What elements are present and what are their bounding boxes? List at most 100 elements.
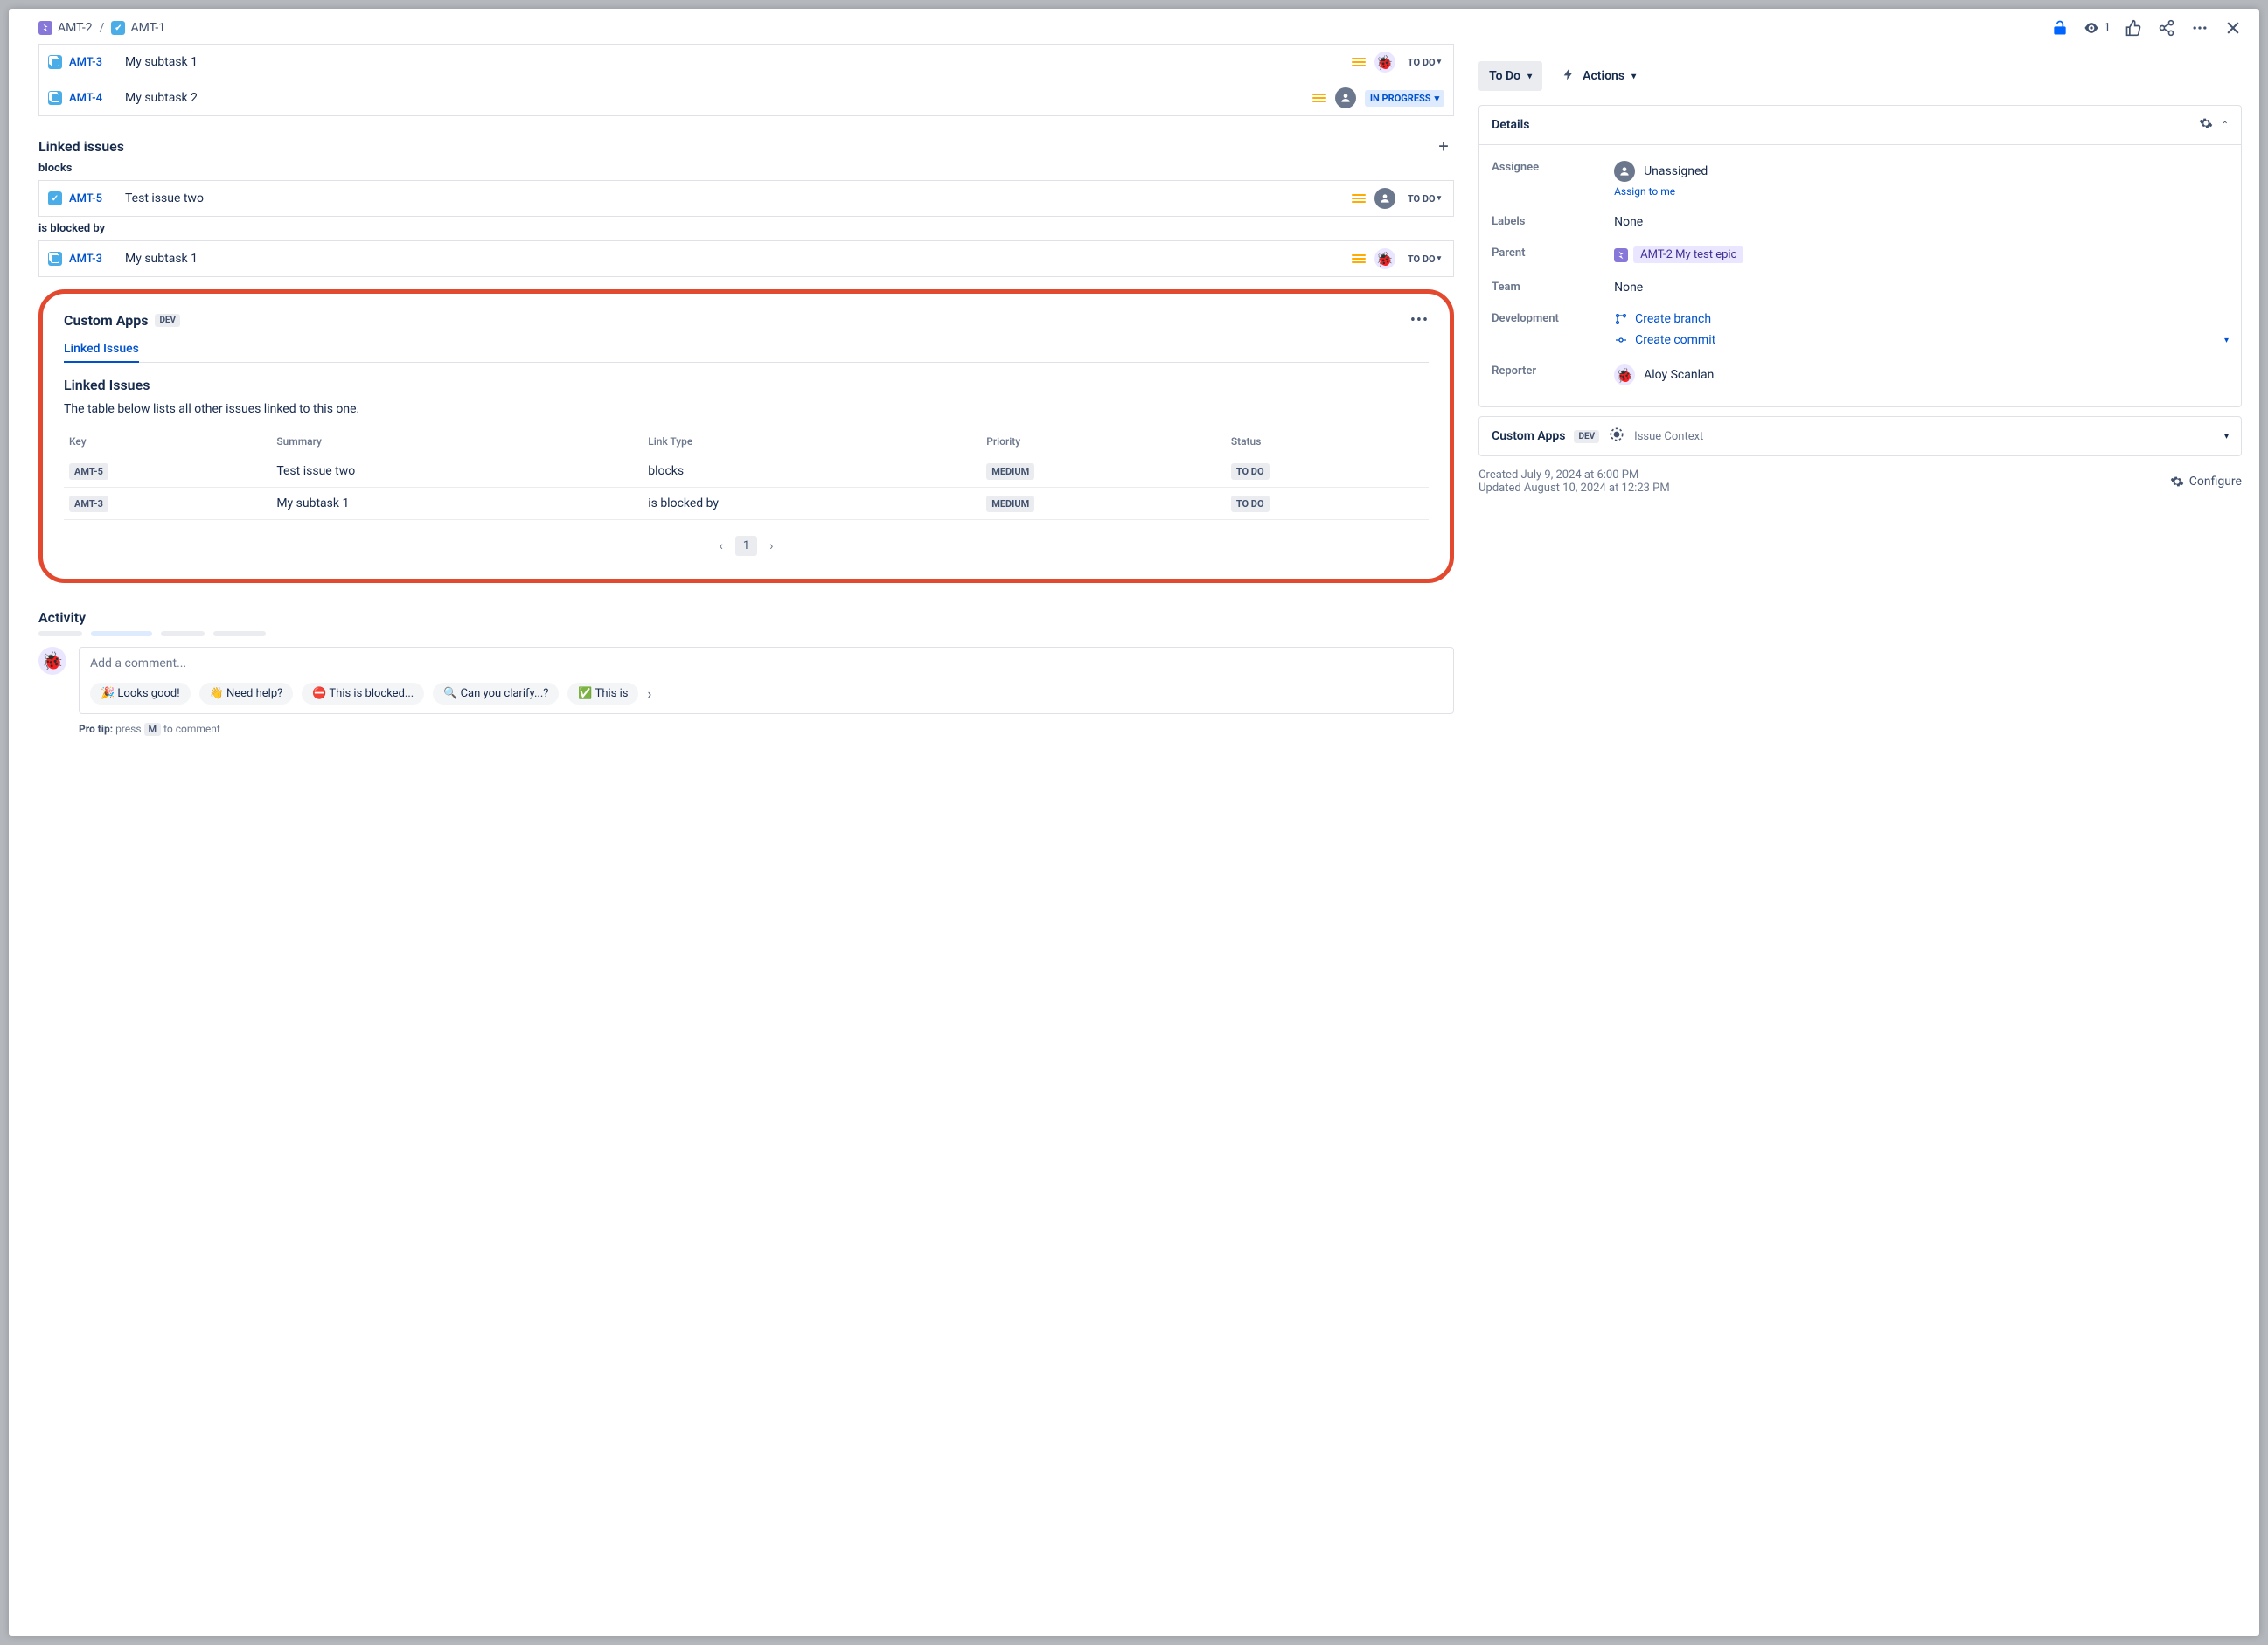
link-group-label: is blocked by bbox=[38, 222, 1454, 235]
gear-icon[interactable] bbox=[2199, 116, 2213, 134]
quick-reply[interactable]: 🎉 Looks good! bbox=[90, 683, 191, 705]
labels-value[interactable]: None bbox=[1614, 215, 2229, 229]
details-header[interactable]: Details ⌃ bbox=[1479, 106, 2241, 145]
issue-summary: Test issue two bbox=[125, 191, 1352, 205]
comment-placeholder: Add a comment... bbox=[90, 656, 1443, 670]
breadcrumb-current[interactable]: ✓ AMT-1 bbox=[111, 21, 165, 35]
protip: Pro tip: press M to comment bbox=[79, 723, 1454, 735]
commit-dropdown-icon[interactable]: ▾ bbox=[2224, 336, 2229, 345]
status-dropdown[interactable]: To Do▾ bbox=[1478, 61, 1542, 91]
activity-title: Activity bbox=[38, 609, 1454, 626]
created-text: Created July 9, 2024 at 6:00 PM bbox=[1478, 469, 1670, 482]
quick-next-icon[interactable]: › bbox=[647, 685, 651, 702]
custom-apps-description: The table below lists all other issues l… bbox=[64, 402, 1429, 416]
linked-issues-header: Linked issues + bbox=[38, 135, 1454, 156]
modal-header: AMT-2 / ✓ AMT-1 1 bbox=[9, 9, 2259, 44]
table-header: Priority bbox=[981, 428, 1226, 455]
comment-row: 🐞 Add a comment... 🎉 Looks good!👋 Need h… bbox=[38, 647, 1454, 714]
subtask-row[interactable]: AMT-4 My subtask 2 IN PROGRESS ▾ bbox=[38, 80, 1454, 116]
breadcrumb-parent-key: AMT-2 bbox=[58, 21, 93, 35]
create-commit-link[interactable]: Create commit bbox=[1614, 333, 1715, 347]
comment-box[interactable]: Add a comment... 🎉 Looks good! 👋 Need hel… bbox=[79, 647, 1454, 714]
issue-summary: My subtask 1 bbox=[125, 55, 1352, 69]
linked-issue-row[interactable]: ✓ AMT-5 Test issue two TO DO ▾ bbox=[38, 180, 1454, 217]
reporter-value[interactable]: 🐞 Aloy Scanlan bbox=[1614, 364, 2229, 385]
quick-reply[interactable]: 👋 Need help? bbox=[199, 683, 294, 705]
header-actions: 1 bbox=[2049, 17, 2244, 38]
linked-issue-row[interactable]: AMT-3 My subtask 1 🐞 TO DO ▾ bbox=[38, 240, 1454, 277]
pager-next[interactable]: › bbox=[769, 539, 773, 553]
status-badge[interactable]: TO DO ▾ bbox=[1404, 54, 1444, 71]
issue-key[interactable]: AMT-4 bbox=[69, 92, 115, 105]
main-column: AMT-3 My subtask 1 🐞 TO DO ▾ AMT-4 My subtask… bbox=[9, 44, 1471, 1636]
unlock-icon[interactable] bbox=[2049, 17, 2070, 38]
pager-prev[interactable]: ‹ bbox=[720, 539, 723, 553]
table-header: Status bbox=[1226, 428, 1429, 455]
status-badge[interactable]: TO DO ▾ bbox=[1404, 191, 1444, 207]
labels-label: Labels bbox=[1492, 215, 1614, 228]
context-icon bbox=[1608, 426, 1625, 447]
assignee-avatar: 🐞 bbox=[1374, 248, 1395, 269]
epic-icon bbox=[1614, 248, 1628, 262]
updated-text: Updated August 10, 2024 at 12:23 PM bbox=[1478, 482, 1670, 495]
custom-apps-panel: Custom Apps DEV ••• Linked Issues Linked… bbox=[38, 289, 1454, 583]
more-icon[interactable] bbox=[2189, 17, 2210, 38]
custom-apps-tab[interactable]: Linked Issues bbox=[64, 335, 139, 363]
thumbs-up-icon[interactable] bbox=[2123, 17, 2144, 38]
breadcrumb-parent[interactable]: AMT-2 bbox=[38, 21, 93, 35]
assign-to-me-link[interactable]: Assign to me bbox=[1614, 185, 2229, 198]
side-column: To Do▾ Actions▾ Details ⌃ bbox=[1471, 44, 2259, 1636]
collapse-icon[interactable]: ⌃ bbox=[2222, 121, 2229, 130]
details-panel: Details ⌃ Assignee Unas bbox=[1478, 105, 2242, 407]
issue-modal: AMT-2 / ✓ AMT-1 1 bbox=[9, 9, 2259, 1636]
create-branch-link[interactable]: Create branch bbox=[1614, 312, 2229, 326]
add-link-button[interactable]: + bbox=[1433, 135, 1454, 156]
linked-issues-table: KeySummaryLink TypePriorityStatus AMT-5T… bbox=[64, 428, 1429, 520]
subtask-row[interactable]: AMT-3 My subtask 1 🐞 TO DO ▾ bbox=[38, 44, 1454, 80]
issue-key[interactable]: AMT-3 bbox=[69, 253, 115, 266]
issue-summary: My subtask 1 bbox=[125, 252, 1352, 266]
assignee-avatar bbox=[1335, 87, 1356, 108]
table-row[interactable]: AMT-5Test issue twoblocksMEDIUMTO DO bbox=[64, 455, 1429, 488]
quick-reply[interactable]: ✅ This is bbox=[567, 683, 638, 705]
status-badge[interactable]: IN PROGRESS ▾ bbox=[1365, 90, 1444, 107]
assignee-label: Assignee bbox=[1492, 161, 1614, 174]
share-icon[interactable] bbox=[2156, 17, 2177, 38]
issue-context-panel[interactable]: Custom Apps DEV Issue Context ▾ bbox=[1478, 416, 2242, 456]
parent-value[interactable]: AMT-2 My test epic bbox=[1614, 246, 1743, 263]
quick-reply[interactable]: ⛔ This is blocked... bbox=[302, 683, 424, 705]
issue-key[interactable]: AMT-5 bbox=[69, 192, 115, 205]
linked-issues-title: Linked issues bbox=[38, 138, 124, 155]
breadcrumbs: AMT-2 / ✓ AMT-1 bbox=[38, 21, 165, 35]
assignee-value[interactable]: Unassigned bbox=[1614, 161, 2229, 182]
subtask-icon bbox=[48, 252, 62, 266]
bolt-icon bbox=[1562, 67, 1576, 85]
close-icon[interactable] bbox=[2223, 17, 2244, 38]
custom-apps-title: Custom Apps DEV bbox=[64, 312, 180, 329]
issue-key[interactable]: AMT-3 bbox=[69, 56, 115, 69]
configure-button[interactable]: Configure bbox=[2170, 475, 2242, 489]
custom-apps-more-icon[interactable]: ••• bbox=[1410, 311, 1429, 330]
assignee-avatar: 🐞 bbox=[1374, 52, 1395, 73]
priority-icon bbox=[1352, 194, 1366, 203]
actions-dropdown[interactable]: Actions▾ bbox=[1551, 61, 1646, 91]
quick-reply[interactable]: 🔍 Can you clarify...? bbox=[433, 683, 559, 705]
dev-badge: DEV bbox=[155, 314, 180, 327]
table-row[interactable]: AMT-3My subtask 1is blocked byMEDIUMTO D… bbox=[64, 488, 1429, 520]
reporter-label: Reporter bbox=[1492, 364, 1614, 378]
dev-badge: DEV bbox=[1574, 430, 1599, 443]
status-badge[interactable]: TO DO ▾ bbox=[1404, 251, 1444, 267]
breadcrumb-current-key: AMT-1 bbox=[130, 21, 165, 35]
chevron-down-icon: ▾ bbox=[2224, 432, 2229, 441]
activity-tabs-skeleton bbox=[38, 631, 1454, 636]
task-icon: ✓ bbox=[48, 191, 62, 205]
subtask-icon bbox=[48, 55, 62, 69]
watchers[interactable]: 1 bbox=[2083, 19, 2111, 37]
key-cell: AMT-5 bbox=[69, 463, 108, 480]
subtask-list: AMT-3 My subtask 1 🐞 TO DO ▾ AMT-4 My subtask… bbox=[38, 44, 1454, 116]
team-value[interactable]: None bbox=[1614, 281, 2229, 295]
modal-body: AMT-3 My subtask 1 🐞 TO DO ▾ AMT-4 My subtask… bbox=[9, 44, 2259, 1636]
priority-icon bbox=[1352, 254, 1366, 263]
pager-current[interactable]: 1 bbox=[735, 536, 757, 556]
issue-summary: My subtask 2 bbox=[125, 91, 1312, 105]
